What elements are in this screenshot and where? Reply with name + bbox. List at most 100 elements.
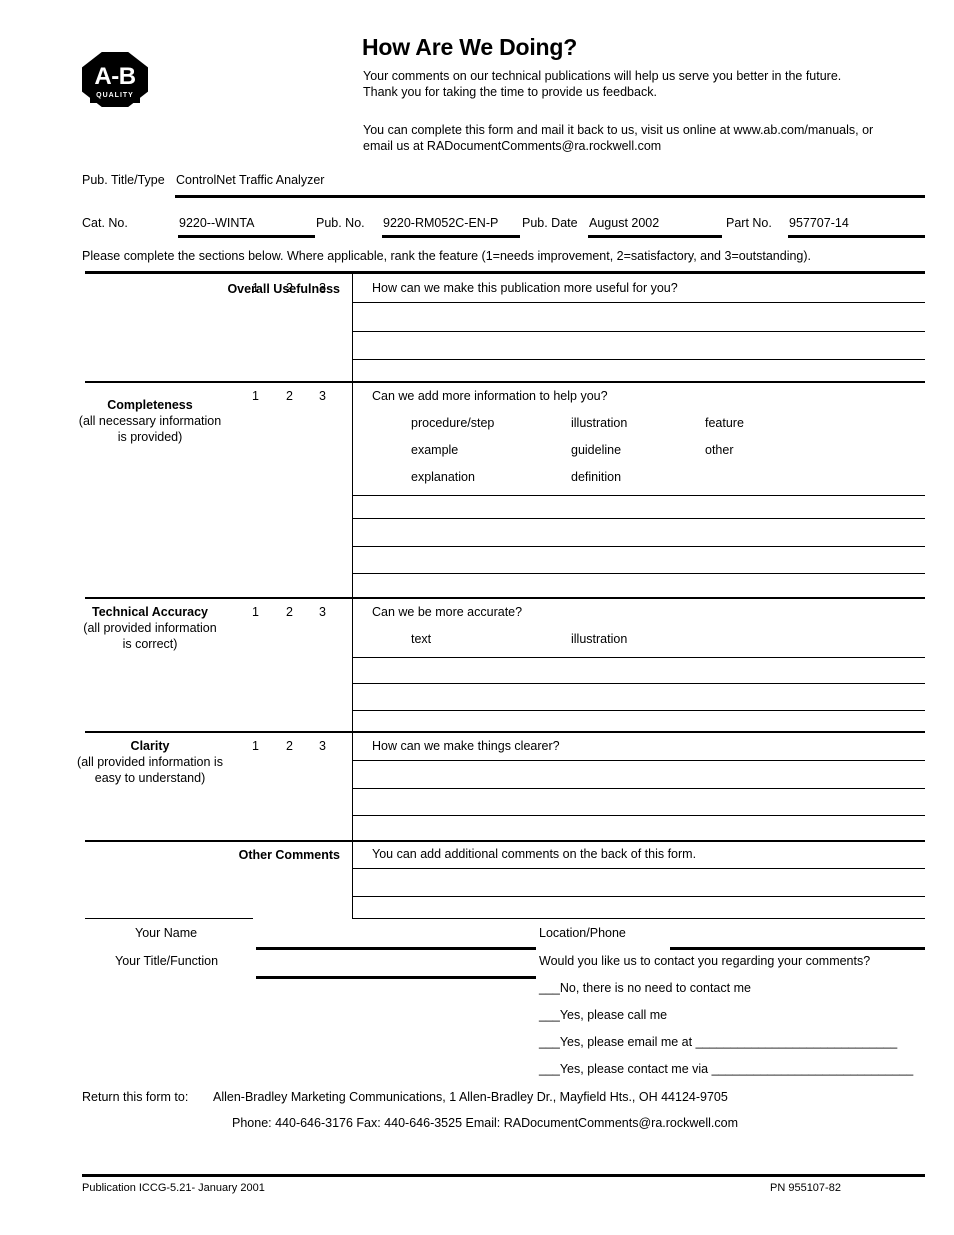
pub-no-label: Pub. No. <box>316 216 365 230</box>
writing-line[interactable] <box>352 815 925 816</box>
option-text[interactable]: text <box>411 632 431 646</box>
your-name-top-rule <box>85 918 253 919</box>
header-subtitle: Your comments on our technical publicati… <box>363 68 841 100</box>
section-sub-clarity-line1: (all provided information is <box>77 755 223 769</box>
rating-2-completeness[interactable]: 2 <box>286 389 293 403</box>
footer-pn: PN 955107-82 <box>770 1182 841 1194</box>
instruction-text: Please complete the sections below. Wher… <box>82 249 812 263</box>
pub-date-value[interactable]: August 2002 <box>589 216 659 230</box>
section-label-other-comments: Other Comments <box>100 847 340 863</box>
rating-2-overall-usefulness[interactable]: 2 <box>286 281 293 295</box>
writing-line[interactable] <box>352 518 925 519</box>
section-divider <box>85 597 925 599</box>
pub-no-underline <box>382 235 520 238</box>
option-illustration[interactable]: illustration <box>571 416 627 430</box>
contact-question: Would you like us to contact you regardi… <box>539 954 871 968</box>
header-online-line1: You can complete this form and mail it b… <box>363 123 874 137</box>
writing-line[interactable] <box>352 710 925 711</box>
question-completeness: Can we add more information to help you? <box>372 389 608 403</box>
section-label-completeness: Completeness (all necessary information … <box>60 397 240 445</box>
section-sub-completeness-line1: (all necessary information <box>78 414 222 428</box>
section-divider <box>85 840 925 842</box>
location-phone-label: Location/Phone <box>539 926 626 940</box>
table-top-rule <box>85 271 925 274</box>
writing-line[interactable] <box>352 302 925 303</box>
return-label: Return this form to: <box>82 1090 189 1104</box>
question-overall-usefulness: How can we make this publication more us… <box>372 281 678 295</box>
option-illustration-accuracy[interactable]: illustration <box>571 632 627 646</box>
return-address: Allen-Bradley Marketing Communications, … <box>213 1090 728 1104</box>
section-sub-clarity-line2: easy to understand) <box>94 771 206 785</box>
part-no-value[interactable]: 957707-14 <box>789 216 849 230</box>
your-title-input-line[interactable] <box>256 976 536 979</box>
table-vertical-divider <box>352 271 353 919</box>
writing-line[interactable] <box>352 359 925 360</box>
option-explanation[interactable]: explanation <box>411 470 475 484</box>
writing-line[interactable] <box>352 868 925 869</box>
section-title-other-comments: Other Comments <box>238 848 340 862</box>
rating-3-overall-usefulness[interactable]: 3 <box>319 281 326 295</box>
feedback-form-page: A-B QUALITY How Are We Doing? Your comme… <box>0 0 954 1235</box>
cat-no-value[interactable]: 9220--WINTA <box>179 216 254 230</box>
question-other-comments: You can add additional comments on the b… <box>372 847 697 861</box>
writing-line[interactable] <box>352 896 925 897</box>
part-no-label: Part No. <box>726 216 772 230</box>
rating-2-technical-accuracy[interactable]: 2 <box>286 605 293 619</box>
return-phone-line: Phone: 440-646-3176 Fax: 440-646-3525 Em… <box>232 1116 738 1130</box>
rating-1-technical-accuracy[interactable]: 1 <box>252 605 259 619</box>
contact-choice-via[interactable]: ___Yes, please contact me via __________… <box>539 1062 913 1076</box>
contact-choice-email[interactable]: ___Yes, please email me at _____________… <box>539 1035 897 1049</box>
section-sub-technical-accuracy-line2: is correct) <box>122 637 178 651</box>
option-other[interactable]: other <box>705 443 734 457</box>
pub-date-underline <box>588 235 722 238</box>
section-title-technical-accuracy: Technical Accuracy <box>91 605 209 619</box>
section-label-clarity: Clarity (all provided information is eas… <box>60 738 240 786</box>
option-example[interactable]: example <box>411 443 458 457</box>
writing-line[interactable] <box>352 573 925 574</box>
pub-title-type-underline <box>175 195 925 198</box>
pub-title-type-value[interactable]: ControlNet Traffic Analyzer <box>176 173 324 187</box>
header-subtitle-line1: Your comments on our technical publicati… <box>363 69 842 83</box>
page-title: How Are We Doing? <box>362 34 578 60</box>
contact-choice-call[interactable]: ___Yes, please call me <box>539 1008 667 1022</box>
rating-1-clarity[interactable]: 1 <box>252 739 259 753</box>
writing-line[interactable] <box>352 657 925 658</box>
section-label-technical-accuracy: Technical Accuracy (all provided informa… <box>60 604 240 652</box>
rating-2-clarity[interactable]: 2 <box>286 739 293 753</box>
option-feature[interactable]: feature <box>705 416 744 430</box>
rating-1-overall-usefulness[interactable]: 1 <box>252 281 259 295</box>
rating-3-clarity[interactable]: 3 <box>319 739 326 753</box>
option-definition[interactable]: definition <box>571 470 621 484</box>
footer-publication: Publication ICCG-5.21- January 2001 <box>82 1182 265 1194</box>
rating-1-completeness[interactable]: 1 <box>252 389 259 403</box>
section-title-clarity: Clarity <box>130 739 170 753</box>
your-name-input-line[interactable] <box>256 947 536 950</box>
rating-3-technical-accuracy[interactable]: 3 <box>319 605 326 619</box>
section-divider <box>85 731 925 733</box>
question-clarity: How can we make things clearer? <box>372 739 560 753</box>
your-title-label: Your Title/Function <box>115 954 219 968</box>
writing-line[interactable] <box>352 788 925 789</box>
cat-no-underline <box>178 235 315 238</box>
allen-bradley-logo: A-B QUALITY <box>82 52 148 120</box>
rating-3-completeness[interactable]: 3 <box>319 389 326 403</box>
writing-line[interactable] <box>352 546 925 547</box>
pub-no-value[interactable]: 9220-RM052C-EN-P <box>383 216 498 230</box>
header-online-line2: email us at RADocumentComments@ra.rockwe… <box>363 139 662 153</box>
your-name-label: Your Name <box>135 926 198 940</box>
writing-line[interactable] <box>352 683 925 684</box>
pub-title-type-label: Pub. Title/Type <box>82 173 165 187</box>
section-divider <box>85 381 925 383</box>
contact-choice-no[interactable]: ___No, there is no need to contact me <box>539 981 751 995</box>
writing-line[interactable] <box>352 760 925 761</box>
option-procedure-step[interactable]: procedure/step <box>411 416 494 430</box>
logo-quality-banner: QUALITY <box>90 88 140 103</box>
location-phone-input-line[interactable] <box>670 947 925 950</box>
section-title-completeness: Completeness <box>107 398 193 412</box>
location-phone-top-rule <box>538 918 925 919</box>
writing-line[interactable] <box>352 331 925 332</box>
option-guideline[interactable]: guideline <box>571 443 621 457</box>
writing-line[interactable] <box>352 495 925 496</box>
pub-date-label: Pub. Date <box>522 216 578 230</box>
part-no-underline <box>788 235 925 238</box>
